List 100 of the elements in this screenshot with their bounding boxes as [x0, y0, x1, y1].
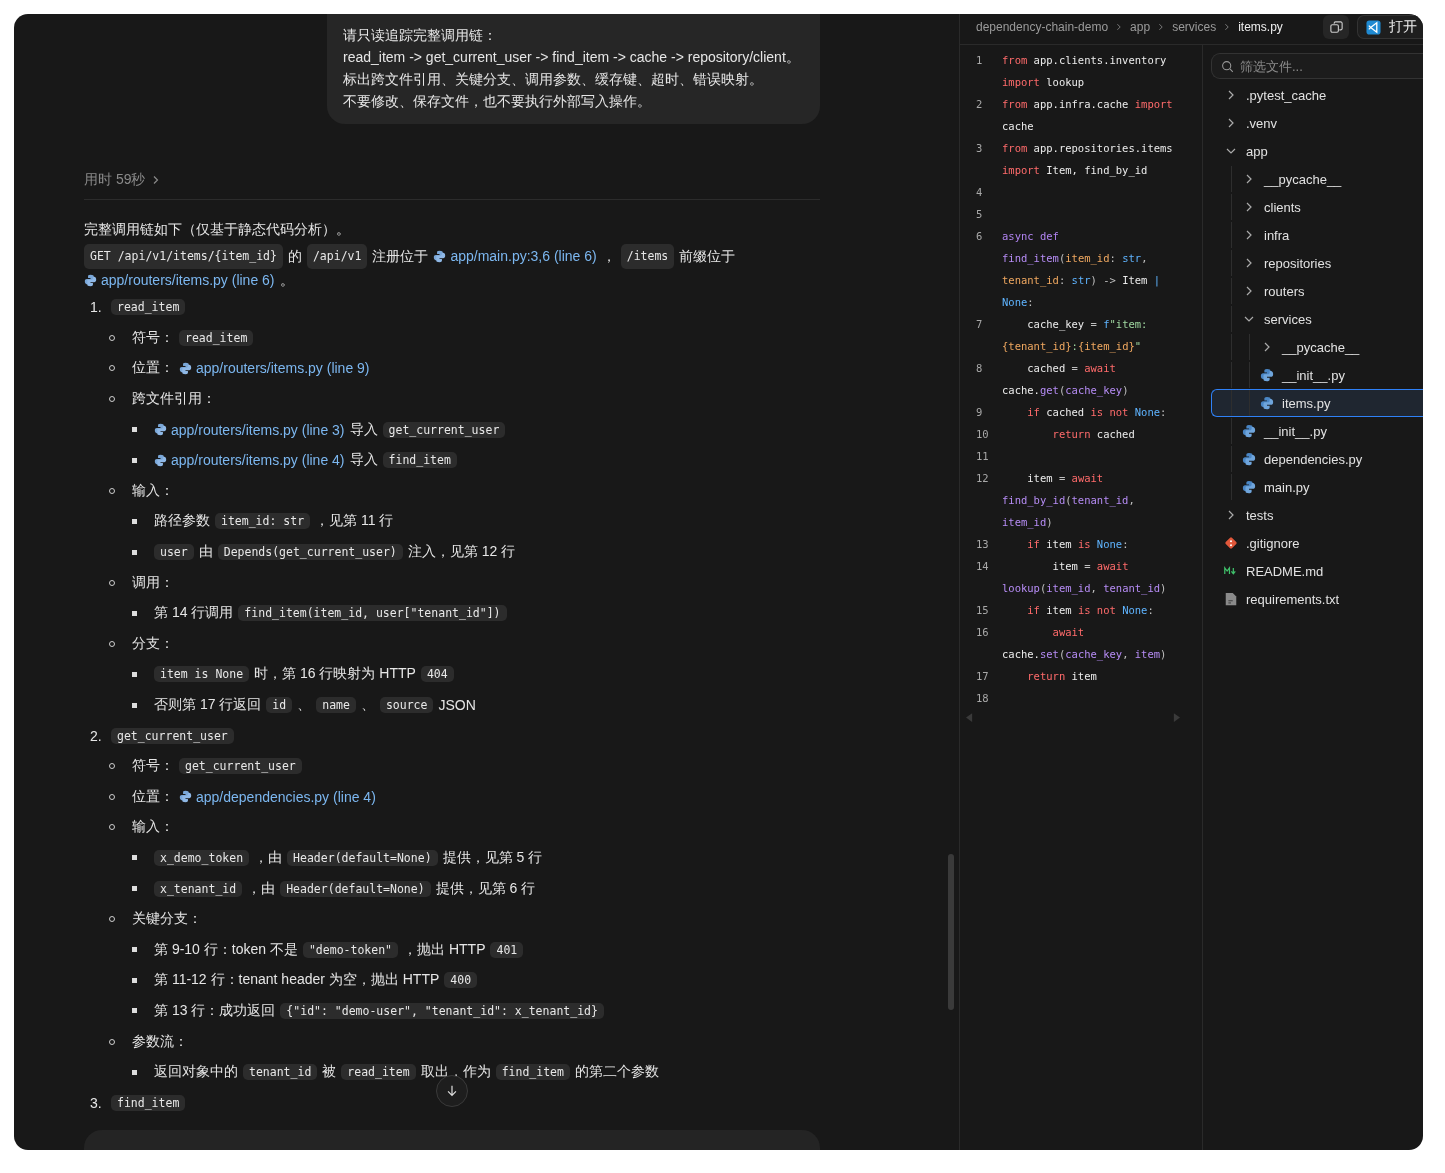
- message-line: read_item -> get_current_user -> find_item -> cache -> repository/client。: [343, 48, 801, 67]
- inline-code: Depends(get_current_user): [217, 544, 403, 561]
- file-tree-item[interactable]: clients: [1211, 193, 1423, 221]
- file-tree-item[interactable]: main.py: [1211, 473, 1423, 501]
- line-number: 11: [975, 450, 990, 462]
- breadcrumb-item[interactable]: services: [1172, 20, 1217, 34]
- bullet-icon: [132, 702, 137, 708]
- inline-code: source: [379, 697, 434, 713]
- file-tree-item[interactable]: .pytest_cache: [1211, 81, 1423, 109]
- line-number: 17: [975, 670, 990, 682]
- bullet-icon: [132, 886, 137, 892]
- breadcrumb-item[interactable]: items.py: [1238, 20, 1283, 34]
- breadcrumb-item[interactable]: dependency-chain-demo: [976, 20, 1109, 34]
- python-icon: [1242, 480, 1256, 494]
- text: 分支：: [132, 634, 174, 653]
- file-tree-item[interactable]: __init__.py: [1211, 361, 1423, 389]
- code-line: cache.set(cache_key, item): [1002, 648, 1167, 660]
- code-line: item = await: [1051, 560, 1129, 572]
- code-line: find_by_id(tenant_id,: [1002, 494, 1135, 506]
- text: 关键分支：: [132, 910, 202, 929]
- file-tree-item[interactable]: infra: [1211, 221, 1423, 249]
- inline-code: GET /api/v1/items/{item_id}: [84, 244, 283, 269]
- file-tree-item[interactable]: dependencies.py: [1211, 445, 1423, 473]
- inline-code: {"id": "demo-user", "tenant_id": x_tenant_id}: [280, 1002, 604, 1019]
- inline-code: find_item: [111, 1094, 186, 1111]
- inline-code: x_demo_token: [154, 850, 250, 866]
- arrow-down-icon: [445, 1084, 459, 1098]
- bullet-icon: [132, 977, 137, 983]
- file-tree-item[interactable]: services: [1211, 305, 1423, 333]
- text: ，: [601, 247, 616, 266]
- open-button[interactable]: 打开: [1357, 15, 1423, 39]
- python-icon: [1260, 368, 1274, 382]
- file-link[interactable]: app/routers/items.py (line 9): [179, 360, 370, 377]
- text: ，见第 11 行: [315, 512, 394, 531]
- file-tree-item[interactable]: .gitignore: [1211, 529, 1423, 557]
- file-tree-item[interactable]: app: [1211, 137, 1423, 165]
- file-link[interactable]: app/routers/items.py (line 4): [154, 452, 345, 469]
- code-line: return cached: [1051, 428, 1135, 440]
- python-icon: [1260, 396, 1274, 410]
- file-tree-item[interactable]: __init__.py: [1211, 417, 1423, 445]
- text: ，由: [254, 849, 283, 867]
- inline-code: id: [266, 697, 293, 713]
- markdown-icon: [1224, 565, 1238, 577]
- python-icon: [179, 790, 192, 804]
- line-number: 2: [975, 98, 984, 110]
- bullet-icon: [132, 947, 137, 953]
- inline-code: 401: [490, 941, 524, 958]
- text: JSON: [438, 697, 476, 713]
- file-tree-item[interactable]: README.md: [1211, 557, 1423, 585]
- bullet-icon: [132, 427, 137, 433]
- code-line: lookup(item_id, tenant_id): [1002, 582, 1167, 594]
- code-line: cached = await: [1026, 362, 1116, 374]
- scroll-right-icon[interactable]: [1173, 713, 1180, 722]
- text: 第 9-10 行：token 不是: [154, 940, 298, 959]
- file-link[interactable]: app/routers/items.py (line 6): [84, 269, 275, 292]
- file-link[interactable]: app/main.py:3,6 (line 6): [433, 245, 597, 268]
- inline-code: Header(default=None): [280, 880, 431, 897]
- line-number: 16: [975, 626, 990, 638]
- code-line: find_item(item_id: str,: [1002, 252, 1148, 264]
- code-line: item = await: [1026, 472, 1104, 484]
- file-tree-item[interactable]: .venv: [1211, 109, 1423, 137]
- inline-code: read_item: [179, 329, 254, 346]
- line-number: 9: [975, 406, 984, 418]
- file-link[interactable]: app/dependencies.py (line 4): [179, 788, 376, 805]
- text: 否则第 17 行返回: [154, 696, 262, 714]
- line-number: 18: [975, 692, 990, 704]
- scrollbar-thumb[interactable]: [948, 854, 954, 1010]
- inline-code: 400: [444, 972, 478, 989]
- inline-code: find_item: [382, 452, 457, 469]
- python-icon: [179, 362, 192, 375]
- inline-code: user: [154, 544, 194, 561]
- message-line: 标出跨文件引用、关键分支、调用参数、缓存键、超时、错误映射。: [343, 70, 764, 89]
- file-tree-item[interactable]: tests: [1211, 501, 1423, 529]
- text: 跨文件引用：: [132, 390, 216, 409]
- bullet-icon: [132, 518, 137, 524]
- file-tree-item[interactable]: items.py: [1211, 389, 1423, 417]
- inline-code: find_item(item_id, user["tenant_id"]): [238, 605, 507, 622]
- code-line: async def: [1002, 230, 1059, 242]
- inline-code: x_tenant_id: [154, 880, 243, 897]
- code-line: import lookup: [1002, 76, 1085, 88]
- file-link[interactable]: app/routers/items.py (line 3): [154, 421, 345, 438]
- file-tree-item[interactable]: routers: [1211, 277, 1423, 305]
- text: 。: [279, 271, 294, 290]
- python-icon: [1242, 424, 1256, 438]
- copy-button[interactable]: [1323, 15, 1349, 39]
- scroll-left-icon[interactable]: [966, 713, 973, 722]
- file-tree-item[interactable]: __pycache__: [1211, 165, 1423, 193]
- code-line: from app.clients.inventory: [1002, 54, 1167, 66]
- python-icon: [154, 453, 167, 467]
- file-tree-item[interactable]: requirements.txt: [1211, 585, 1423, 613]
- message-line: 不要修改、保存文件，也不要执行外部写入操作。: [343, 92, 652, 111]
- elapsed-toggle[interactable]: 用时 59秒: [84, 171, 162, 189]
- file-tree-item[interactable]: __pycache__: [1211, 333, 1423, 361]
- filter-field[interactable]: 筛选文件...: [1211, 53, 1423, 79]
- file-tree-item[interactable]: repositories: [1211, 249, 1423, 277]
- breadcrumb-item[interactable]: app: [1130, 20, 1151, 34]
- text: 导入: [349, 420, 378, 439]
- code-line: if item is None:: [1026, 538, 1129, 550]
- inline-code: item is None: [154, 666, 250, 683]
- code-line: from app.infra.cache import: [1002, 98, 1173, 110]
